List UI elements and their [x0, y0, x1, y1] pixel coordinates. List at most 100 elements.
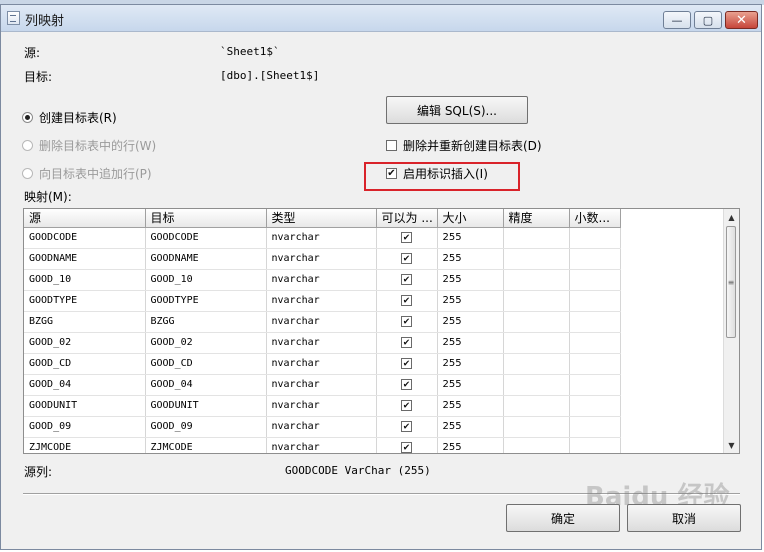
cell-type[interactable]: nvarchar — [266, 416, 377, 438]
cell-target[interactable]: GOOD_09 — [145, 416, 267, 438]
cell-scale[interactable] — [569, 311, 621, 333]
cell-nullable[interactable]: ✔ — [376, 311, 438, 333]
cell-nullable[interactable]: ✔ — [376, 227, 438, 249]
cell-size[interactable]: 255 — [437, 395, 504, 417]
cell-precision[interactable] — [503, 395, 570, 417]
table-row[interactable]: GOODUNIT GOODUNIT nvarchar ✔ 255 — [24, 395, 621, 417]
checkbox-checked-icon[interactable]: ✔ — [401, 442, 412, 453]
cell-size[interactable]: 255 — [437, 248, 504, 270]
cell-size[interactable]: 255 — [437, 269, 504, 291]
cell-nullable[interactable]: ✔ — [376, 248, 438, 270]
cell-target[interactable]: ZJMCODE — [145, 437, 267, 453]
checkbox-checked-icon[interactable]: ✔ — [401, 400, 412, 412]
cell-precision[interactable] — [503, 416, 570, 438]
cell-precision[interactable] — [503, 437, 570, 453]
cell-size[interactable]: 255 — [437, 374, 504, 396]
cell-precision[interactable] — [503, 374, 570, 396]
cell-scale[interactable] — [569, 269, 621, 291]
cell-precision[interactable] — [503, 353, 570, 375]
table-row[interactable]: GOODTYPE GOODTYPE nvarchar ✔ 255 — [24, 290, 621, 312]
cell-scale[interactable] — [569, 290, 621, 312]
cell-target[interactable]: GOODTYPE — [145, 290, 267, 312]
col-header-target[interactable]: 目标 — [145, 209, 267, 228]
checkbox-checked-icon[interactable]: ✔ — [401, 295, 412, 307]
scroll-thumb[interactable]: ≡ — [726, 226, 736, 338]
table-row[interactable]: GOODCODE GOODCODE nvarchar ✔ 255 — [24, 227, 621, 249]
cell-scale[interactable] — [569, 248, 621, 270]
cell-nullable[interactable]: ✔ — [376, 290, 438, 312]
cell-size[interactable]: 255 — [437, 290, 504, 312]
checkbox-checked-icon[interactable]: ✔ — [401, 316, 412, 328]
checkbox-checked-icon[interactable]: ✔ — [401, 379, 412, 391]
cell-target[interactable]: GOOD_02 — [145, 332, 267, 354]
radio-create-table[interactable]: 创建目标表(R) — [22, 109, 117, 126]
cell-size[interactable]: 255 — [437, 311, 504, 333]
cell-precision[interactable] — [503, 248, 570, 270]
cell-size[interactable]: 255 — [437, 437, 504, 453]
table-row[interactable]: GOOD_09 GOOD_09 nvarchar ✔ 255 — [24, 416, 621, 438]
cell-type[interactable]: nvarchar — [266, 437, 377, 453]
cell-precision[interactable] — [503, 332, 570, 354]
cell-type[interactable]: nvarchar — [266, 311, 377, 333]
table-row[interactable]: GOODNAME GOODNAME nvarchar ✔ 255 — [24, 248, 621, 270]
cell-target[interactable]: GOOD_04 — [145, 374, 267, 396]
radio-append-rows[interactable]: 向目标表中追加行(P) — [22, 165, 152, 182]
table-row[interactable]: GOOD_02 GOOD_02 nvarchar ✔ 255 — [24, 332, 621, 354]
grid-vertical-scrollbar[interactable]: ▲ ≡ ▼ — [723, 209, 739, 453]
cell-precision[interactable] — [503, 311, 570, 333]
cancel-button[interactable]: 取消 — [627, 504, 741, 532]
cell-target[interactable]: GOODCODE — [145, 227, 267, 249]
col-header-scale[interactable]: 小数... — [569, 209, 621, 228]
cell-precision[interactable] — [503, 227, 570, 249]
cell-scale[interactable] — [569, 353, 621, 375]
cell-target[interactable]: GOOD_CD — [145, 353, 267, 375]
maximize-button[interactable]: ▢ — [694, 11, 722, 29]
cell-scale[interactable] — [569, 416, 621, 438]
drop-recreate-checkbox[interactable]: 删除并重新创建目标表(D) — [386, 137, 542, 154]
table-row[interactable]: GOOD_CD GOOD_CD nvarchar ✔ 255 — [24, 353, 621, 375]
cell-nullable[interactable]: ✔ — [376, 353, 438, 375]
table-row[interactable]: GOOD_10 GOOD_10 nvarchar ✔ 255 — [24, 269, 621, 291]
cell-nullable[interactable]: ✔ — [376, 269, 438, 291]
cell-scale[interactable] — [569, 227, 621, 249]
cell-precision[interactable] — [503, 290, 570, 312]
cell-nullable[interactable]: ✔ — [376, 374, 438, 396]
cell-target[interactable]: BZGG — [145, 311, 267, 333]
cell-nullable[interactable]: ✔ — [376, 416, 438, 438]
cell-type[interactable]: nvarchar — [266, 290, 377, 312]
table-row[interactable]: BZGG BZGG nvarchar ✔ 255 — [24, 311, 621, 333]
checkbox-checked-icon[interactable]: ✔ — [401, 421, 412, 433]
cell-target[interactable]: GOODUNIT — [145, 395, 267, 417]
scroll-up-icon[interactable]: ▲ — [724, 209, 739, 225]
cell-nullable[interactable]: ✔ — [376, 437, 438, 453]
cell-scale[interactable] — [569, 437, 621, 453]
col-header-precision[interactable]: 精度 — [503, 209, 570, 228]
edit-sql-button[interactable]: 编辑 SQL(S)... — [386, 96, 528, 124]
checkbox-checked-icon[interactable]: ✔ — [401, 358, 412, 370]
radio-delete-rows[interactable]: 删除目标表中的行(W) — [22, 137, 156, 154]
col-header-type[interactable]: 类型 — [266, 209, 377, 228]
cell-type[interactable]: nvarchar — [266, 374, 377, 396]
cell-type[interactable]: nvarchar — [266, 395, 377, 417]
mapping-grid[interactable]: 源 目标 类型 可以为 ... 大小 精度 小数... GOODCODE GOO… — [23, 208, 740, 454]
cell-nullable[interactable]: ✔ — [376, 395, 438, 417]
scroll-down-icon[interactable]: ▼ — [724, 437, 739, 453]
checkbox-checked-icon[interactable]: ✔ — [401, 337, 412, 349]
col-header-nullable[interactable]: 可以为 ... — [376, 209, 438, 228]
cell-size[interactable]: 255 — [437, 416, 504, 438]
cell-type[interactable]: nvarchar — [266, 227, 377, 249]
cell-nullable[interactable]: ✔ — [376, 332, 438, 354]
cell-scale[interactable] — [569, 374, 621, 396]
cell-target[interactable]: GOODNAME — [145, 248, 267, 270]
cell-scale[interactable] — [569, 395, 621, 417]
cell-scale[interactable] — [569, 332, 621, 354]
ok-button[interactable]: 确定 — [506, 504, 620, 532]
checkbox-checked-icon[interactable]: ✔ — [401, 274, 412, 286]
cell-type[interactable]: nvarchar — [266, 353, 377, 375]
close-button[interactable]: ✕ — [725, 11, 758, 29]
cell-type[interactable]: nvarchar — [266, 248, 377, 270]
table-row[interactable]: GOOD_04 GOOD_04 nvarchar ✔ 255 — [24, 374, 621, 396]
cell-size[interactable]: 255 — [437, 353, 504, 375]
cell-precision[interactable] — [503, 269, 570, 291]
cell-size[interactable]: 255 — [437, 227, 504, 249]
